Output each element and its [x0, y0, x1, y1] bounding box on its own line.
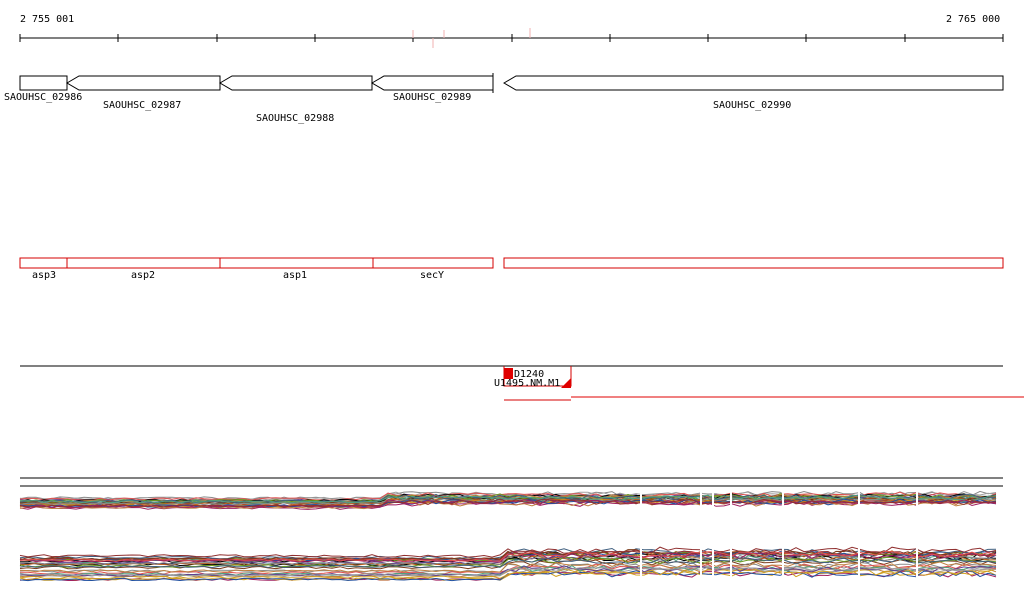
gene-label-saouhsc-02987[interactable]: SAOUHSC_02987	[103, 100, 181, 111]
ruler-start-label: 2 755 001	[20, 14, 75, 25]
coverage-gap	[916, 542, 918, 600]
gene-arrow-saouhsc-02989[interactable]	[371, 75, 494, 91]
annotation-box-asp2[interactable]	[66, 257, 221, 269]
coverage-gap	[782, 491, 784, 521]
gene-label-saouhsc-02990[interactable]: SAOUHSC_02990	[713, 100, 791, 111]
coverage-gap	[640, 542, 642, 600]
coverage-gap	[712, 491, 714, 521]
annotation-label-secy[interactable]: secY	[420, 270, 444, 281]
coverage-track-bottom[interactable]	[19, 542, 997, 600]
annotation-box-secy[interactable]	[372, 257, 494, 269]
coverage-lines-bottom	[19, 542, 997, 600]
annotation-track[interactable]	[19, 257, 1004, 269]
annotation-box-asp1[interactable]	[219, 257, 374, 269]
annotation-label-asp3[interactable]: asp3	[32, 270, 56, 281]
gene-label-saouhsc-02988[interactable]: SAOUHSC_02988	[256, 113, 334, 124]
gene-arrow-saouhsc-02988[interactable]	[219, 75, 373, 91]
gene-track[interactable]	[19, 73, 1004, 93]
ruler-end-label: 2 765 000	[946, 14, 1001, 25]
coverage-gap	[858, 542, 860, 600]
coverage-gap	[700, 542, 702, 600]
coverage-gap	[916, 491, 918, 521]
coverage-gap	[700, 491, 702, 521]
annotation-box-unnamed[interactable]	[503, 257, 1004, 269]
genome-browser-canvas[interactable]	[0, 0, 1024, 611]
gene-label-saouhsc-02986[interactable]: SAOUHSC_02986	[4, 92, 82, 103]
annotation-label-asp1[interactable]: asp1	[283, 270, 307, 281]
coverage-track-top[interactable]	[19, 477, 1003, 521]
coverage-gap	[858, 491, 860, 521]
coverage-gap	[730, 491, 732, 521]
feature-marker-triangle	[561, 378, 571, 388]
gene-arrow-saouhsc-02990[interactable]	[503, 75, 1004, 91]
coverage-gap	[730, 542, 732, 600]
annotation-box-asp3[interactable]	[19, 257, 68, 269]
coverage-lines-top	[19, 490, 997, 521]
coordinate-ruler[interactable]	[19, 28, 1004, 48]
gene-arrow-saouhsc-02986[interactable]	[19, 75, 68, 91]
feature-label-u1495[interactable]: U1495.NM.M1	[494, 378, 560, 389]
gene-label-saouhsc-02989[interactable]: SAOUHSC_02989	[393, 92, 471, 103]
coverage-gap	[782, 542, 784, 600]
gene-arrow-saouhsc-02987[interactable]	[66, 75, 221, 91]
coverage-gap	[712, 542, 714, 600]
annotation-label-asp2[interactable]: asp2	[131, 270, 155, 281]
coverage-gap	[640, 491, 642, 521]
